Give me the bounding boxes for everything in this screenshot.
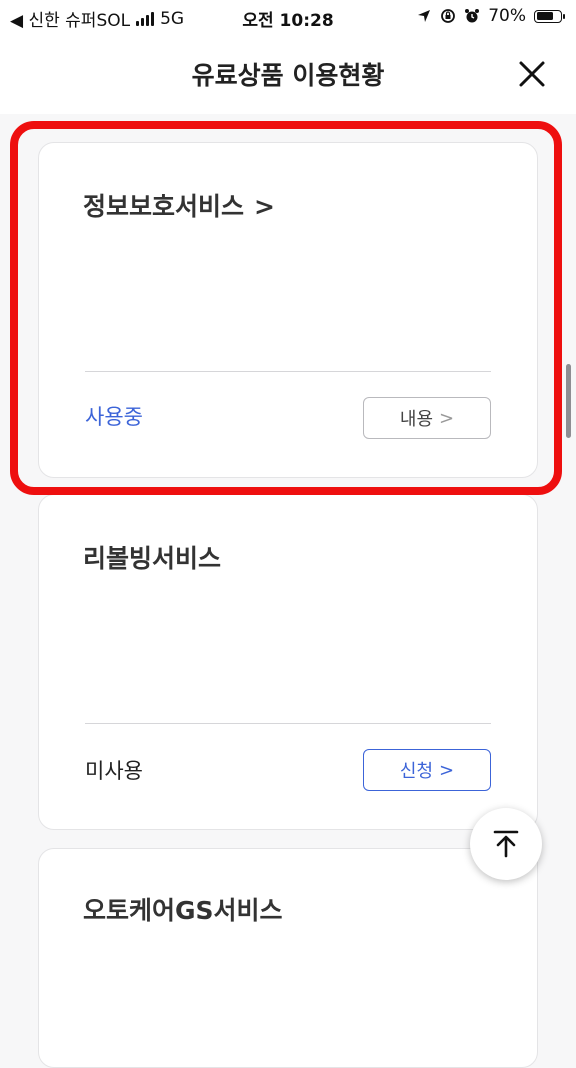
highlight-box [10, 121, 562, 495]
scroll-to-top-button[interactable] [470, 808, 542, 880]
product-card-revolving: 리볼빙서비스 미사용 신청 > [38, 494, 538, 830]
alarm-icon [465, 9, 480, 23]
page-title: 유료상품 이용현황 [191, 61, 385, 90]
chevron-right-icon: > [439, 759, 455, 781]
close-button[interactable] [518, 60, 546, 88]
location-icon [418, 10, 431, 22]
arrow-up-to-top-icon [493, 830, 519, 858]
scrollbar[interactable] [566, 364, 571, 438]
divider [85, 723, 491, 724]
rotation-lock-icon [441, 9, 456, 23]
status-right: 70% [416, 6, 565, 26]
status-bar: ◀ 신한 슈퍼SOL 5G 오전 10:28 70% [0, 0, 576, 34]
card-title: 리볼빙서비스 [83, 544, 222, 573]
product-card-autocare-gs: 오토케어GS서비스 [38, 848, 538, 1068]
apply-button-label: 신청 [399, 761, 434, 782]
apply-button[interactable]: 신청 > [363, 749, 491, 791]
card-title: 오토케어GS서비스 [83, 896, 283, 925]
header: 유료상품 이용현황 [0, 34, 576, 114]
battery-icon [534, 9, 565, 23]
close-icon [519, 61, 545, 87]
status-label-not-used: 미사용 [85, 759, 143, 783]
battery-percent: 70% [488, 6, 526, 26]
